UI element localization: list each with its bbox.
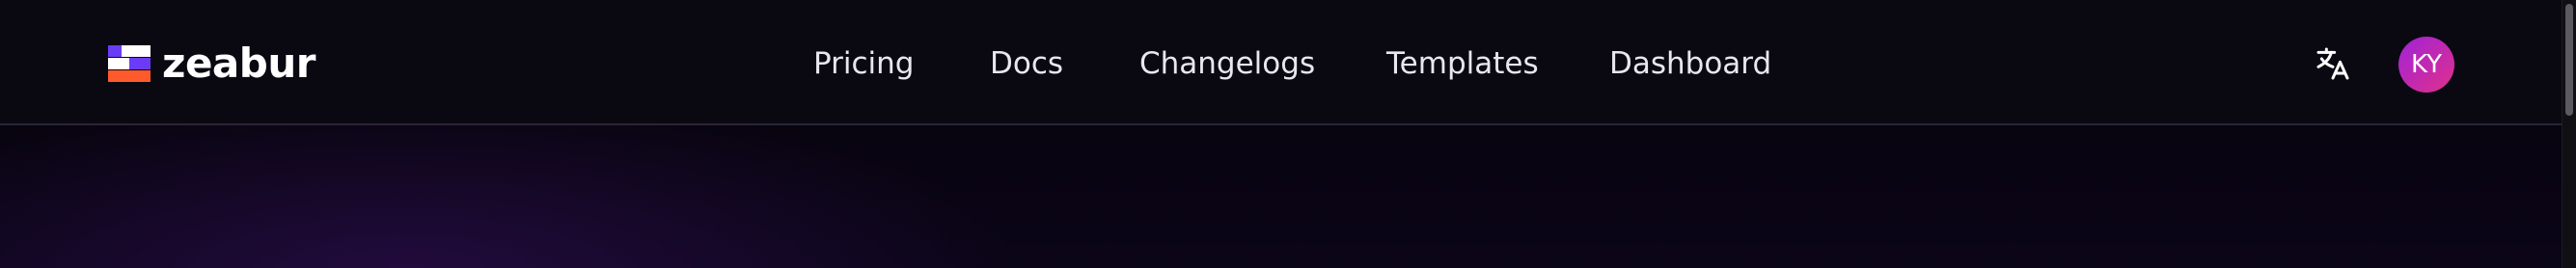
page-scrollbar[interactable] <box>2562 0 2576 268</box>
scrollbar-thumb[interactable] <box>2565 4 2573 116</box>
nav-link-docs[interactable]: Docs <box>990 42 1063 85</box>
user-avatar[interactable]: KY <box>2398 37 2454 93</box>
nav-link-pricing[interactable]: Pricing <box>813 42 915 85</box>
nav-link-templates[interactable]: Templates <box>1386 42 1539 85</box>
zeabur-logo[interactable]: zeabur <box>108 43 315 84</box>
page: zeabur Pricing Docs Changelogs Templates… <box>0 0 2576 268</box>
brand-name: zeabur <box>162 40 315 87</box>
zeabur-logo-icon <box>108 45 151 82</box>
main-nav: Pricing Docs Changelogs Templates Dashbo… <box>0 42 2562 85</box>
top-navigation-bar: zeabur Pricing Docs Changelogs Templates… <box>0 0 2562 125</box>
translate-icon <box>2316 47 2349 80</box>
language-switch-button[interactable] <box>2314 44 2352 83</box>
nav-link-changelogs[interactable]: Changelogs <box>1139 42 1315 85</box>
nav-link-dashboard[interactable]: Dashboard <box>1609 42 1771 85</box>
